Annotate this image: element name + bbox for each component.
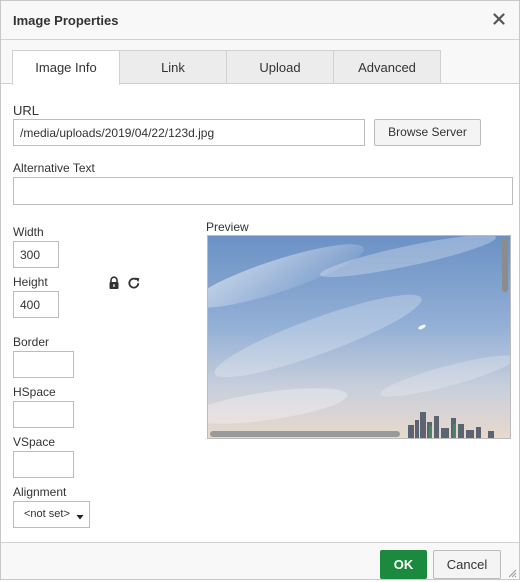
alt-text-label: Alternative Text <box>13 161 95 175</box>
tab-advanced[interactable]: Advanced <box>333 50 441 83</box>
vspace-label: VSpace <box>13 435 56 449</box>
dialog-title: Image Properties <box>13 13 119 28</box>
ok-button[interactable]: OK <box>380 550 427 579</box>
hspace-input[interactable] <box>13 401 74 428</box>
hspace-label: HSpace <box>13 385 56 399</box>
border-input[interactable] <box>13 351 74 378</box>
tab-strip: Image Info Link Upload Advanced <box>1 40 519 85</box>
width-input[interactable] <box>13 241 59 268</box>
lock-icon[interactable] <box>107 276 121 290</box>
alignment-select[interactable]: <not set> <box>13 501 90 528</box>
tab-link[interactable]: Link <box>119 50 227 83</box>
reset-size-icon[interactable] <box>127 276 141 290</box>
preview-image <box>208 236 510 438</box>
dropdown-arrow-icon <box>76 510 84 520</box>
preview-vertical-scrollbar[interactable] <box>502 238 508 292</box>
tab-image-info[interactable]: Image Info <box>12 50 120 85</box>
preview-horizontal-scrollbar[interactable] <box>210 431 400 437</box>
alignment-label: Alignment <box>13 485 67 499</box>
url-input[interactable] <box>13 119 365 146</box>
image-properties-dialog: Image Properties Image Info Link Upload … <box>0 0 520 580</box>
height-input[interactable] <box>13 291 59 318</box>
width-label: Width <box>13 225 44 239</box>
vspace-input[interactable] <box>13 451 74 478</box>
resize-grip-icon[interactable] <box>507 567 517 578</box>
alignment-selected-value: <not set> <box>24 508 70 520</box>
dialog-titlebar[interactable]: Image Properties <box>1 1 519 40</box>
close-icon[interactable] <box>493 13 505 25</box>
tab-upload[interactable]: Upload <box>226 50 334 83</box>
url-label: URL <box>13 103 40 118</box>
border-label: Border <box>13 335 50 349</box>
preview-frame[interactable] <box>207 235 511 439</box>
browse-server-button[interactable]: Browse Server <box>374 119 481 146</box>
alt-text-input[interactable] <box>13 177 513 205</box>
height-label: Height <box>13 275 48 289</box>
preview-label: Preview <box>206 220 249 234</box>
cancel-button[interactable]: Cancel <box>433 550 501 579</box>
